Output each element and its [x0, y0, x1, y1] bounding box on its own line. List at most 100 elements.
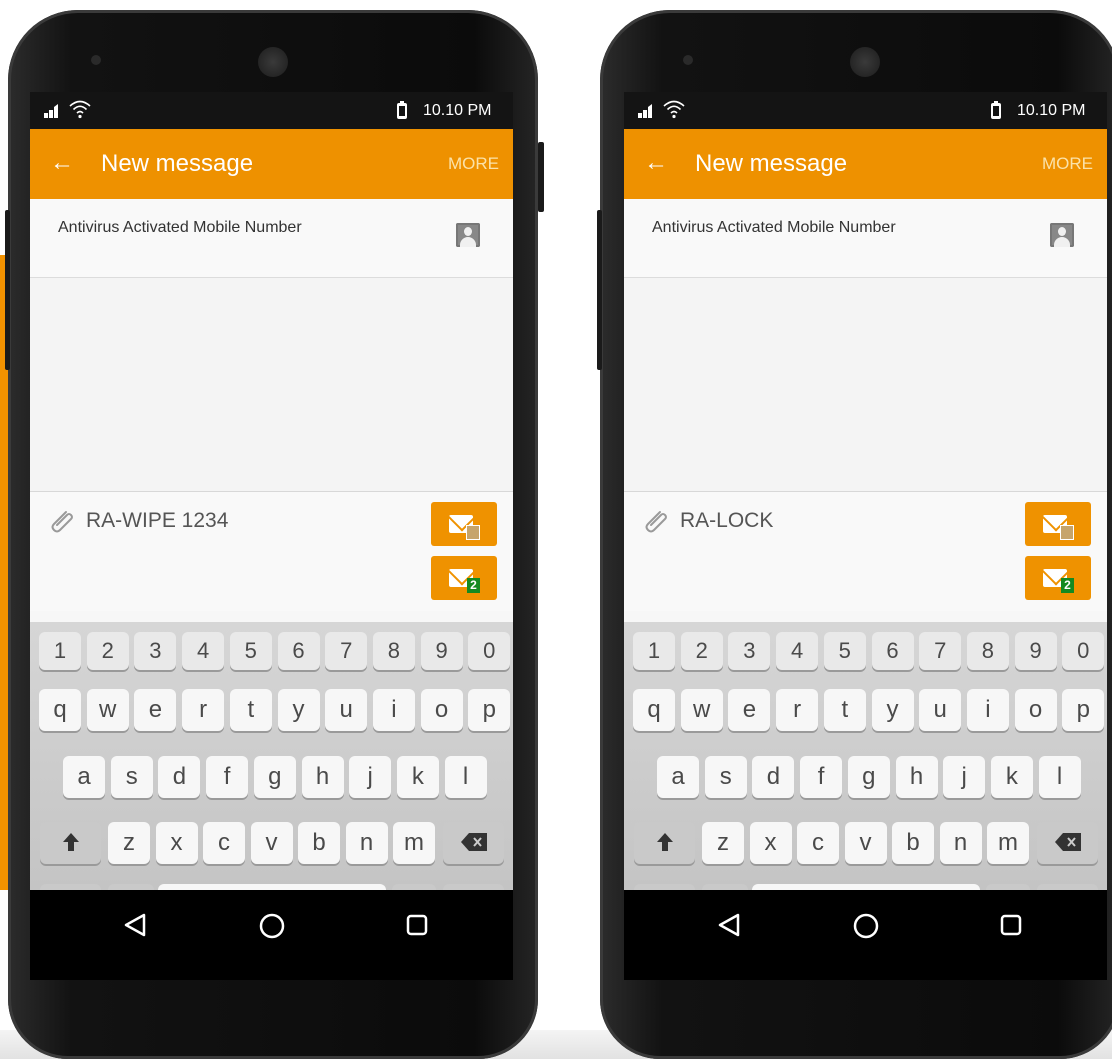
key-e[interactable]: e — [134, 689, 177, 731]
key-z[interactable]: z — [702, 822, 744, 864]
key-m[interactable]: m — [393, 822, 435, 864]
key-b[interactable]: b — [298, 822, 340, 864]
key-b[interactable]: b — [892, 822, 934, 864]
key-h[interactable]: h — [301, 756, 344, 798]
shift-key[interactable] — [40, 822, 101, 864]
key-u[interactable]: u — [919, 689, 962, 731]
key-v[interactable]: v — [844, 822, 887, 864]
key-n[interactable]: n — [939, 822, 982, 864]
circle-icon[interactable] — [258, 912, 286, 940]
square-icon[interactable] — [998, 912, 1024, 938]
key-5[interactable]: 5 — [823, 632, 866, 670]
key-q[interactable]: q — [633, 689, 675, 731]
key-h[interactable]: h — [895, 756, 938, 798]
key-g[interactable]: g — [253, 756, 296, 798]
key-8[interactable]: 8 — [372, 632, 415, 670]
key-3[interactable]: 3 — [134, 632, 177, 670]
arrow-left-icon[interactable]: ← — [50, 149, 74, 177]
key-j[interactable]: j — [349, 756, 392, 798]
key-y[interactable]: y — [277, 689, 320, 731]
key-i[interactable]: i — [966, 689, 1009, 731]
paperclip-icon[interactable] — [46, 506, 76, 536]
power-button[interactable] — [538, 142, 544, 212]
key-7[interactable]: 7 — [919, 632, 962, 670]
key-x[interactable]: x — [749, 822, 792, 864]
key-r[interactable]: r — [182, 689, 225, 731]
key-d[interactable]: d — [158, 756, 201, 798]
square-icon[interactable] — [404, 912, 430, 938]
key-0[interactable]: 0 — [1062, 632, 1105, 670]
key-3[interactable]: 3 — [728, 632, 771, 670]
key-9[interactable]: 9 — [420, 632, 463, 670]
key-k[interactable]: k — [990, 756, 1033, 798]
triangle-left-icon[interactable] — [716, 912, 742, 938]
key-c[interactable]: c — [203, 822, 245, 864]
arrow-left-icon[interactable]: ← — [644, 149, 668, 177]
key-7[interactable]: 7 — [325, 632, 368, 670]
key-p[interactable]: p — [1062, 689, 1105, 731]
shift-key[interactable] — [634, 822, 695, 864]
key-c[interactable]: c — [797, 822, 839, 864]
key-q[interactable]: q — [39, 689, 81, 731]
key-w[interactable]: w — [86, 689, 129, 731]
backspace-key[interactable] — [443, 822, 504, 864]
key-4[interactable]: 4 — [776, 632, 819, 670]
key-6[interactable]: 6 — [277, 632, 320, 670]
key-d[interactable]: d — [752, 756, 795, 798]
key-l[interactable]: l — [444, 756, 487, 798]
key-x[interactable]: x — [155, 822, 198, 864]
key-l[interactable]: l — [1038, 756, 1081, 798]
key-1[interactable]: 1 — [39, 632, 81, 670]
key-e[interactable]: e — [728, 689, 771, 731]
key-f[interactable]: f — [800, 756, 843, 798]
key-j[interactable]: j — [943, 756, 986, 798]
key-y[interactable]: y — [871, 689, 914, 731]
paperclip-icon[interactable] — [640, 506, 670, 536]
key-s[interactable]: s — [704, 756, 747, 798]
key-6[interactable]: 6 — [871, 632, 914, 670]
key-5[interactable]: 5 — [229, 632, 272, 670]
circle-icon[interactable] — [852, 912, 880, 940]
key-t[interactable]: t — [229, 689, 272, 731]
key-p[interactable]: p — [468, 689, 511, 731]
key-4[interactable]: 4 — [182, 632, 225, 670]
key-s[interactable]: s — [110, 756, 153, 798]
more-button[interactable]: MORE — [448, 154, 499, 174]
key-t[interactable]: t — [823, 689, 866, 731]
key-f[interactable]: f — [206, 756, 249, 798]
message-input[interactable]: RA-LOCK — [680, 509, 773, 533]
key-w[interactable]: w — [680, 689, 723, 731]
key-0[interactable]: 0 — [468, 632, 511, 670]
key-n[interactable]: n — [345, 822, 388, 864]
key-g[interactable]: g — [847, 756, 890, 798]
contact-card-icon[interactable] — [1050, 223, 1074, 247]
send-sim2-button[interactable]: 2 — [1025, 556, 1091, 600]
key-8[interactable]: 8 — [966, 632, 1009, 670]
key-1[interactable]: 1 — [633, 632, 675, 670]
key-v[interactable]: v — [250, 822, 293, 864]
key-2[interactable]: 2 — [680, 632, 723, 670]
key-2[interactable]: 2 — [86, 632, 129, 670]
triangle-left-icon[interactable] — [122, 912, 148, 938]
send-sim1-button[interactable] — [1025, 502, 1091, 546]
key-i[interactable]: i — [372, 689, 415, 731]
key-a[interactable]: a — [63, 756, 105, 798]
send-sim1-button[interactable] — [431, 502, 497, 546]
key-a[interactable]: a — [657, 756, 699, 798]
key-k[interactable]: k — [396, 756, 439, 798]
key-9[interactable]: 9 — [1014, 632, 1057, 670]
key-r[interactable]: r — [776, 689, 819, 731]
key-o[interactable]: o — [1014, 689, 1057, 731]
backspace-key[interactable] — [1037, 822, 1098, 864]
volume-button[interactable] — [597, 210, 602, 370]
key-z[interactable]: z — [108, 822, 150, 864]
key-u[interactable]: u — [325, 689, 368, 731]
recipient-field[interactable]: Antivirus Activated Mobile Number — [30, 199, 513, 278]
volume-button[interactable] — [5, 210, 10, 370]
recipient-field[interactable]: Antivirus Activated Mobile Number — [624, 199, 1107, 278]
message-input[interactable]: RA-WIPE 1234 — [86, 509, 228, 533]
key-m[interactable]: m — [987, 822, 1029, 864]
send-sim2-button[interactable]: 2 — [431, 556, 497, 600]
more-button[interactable]: MORE — [1042, 154, 1093, 174]
key-o[interactable]: o — [420, 689, 463, 731]
